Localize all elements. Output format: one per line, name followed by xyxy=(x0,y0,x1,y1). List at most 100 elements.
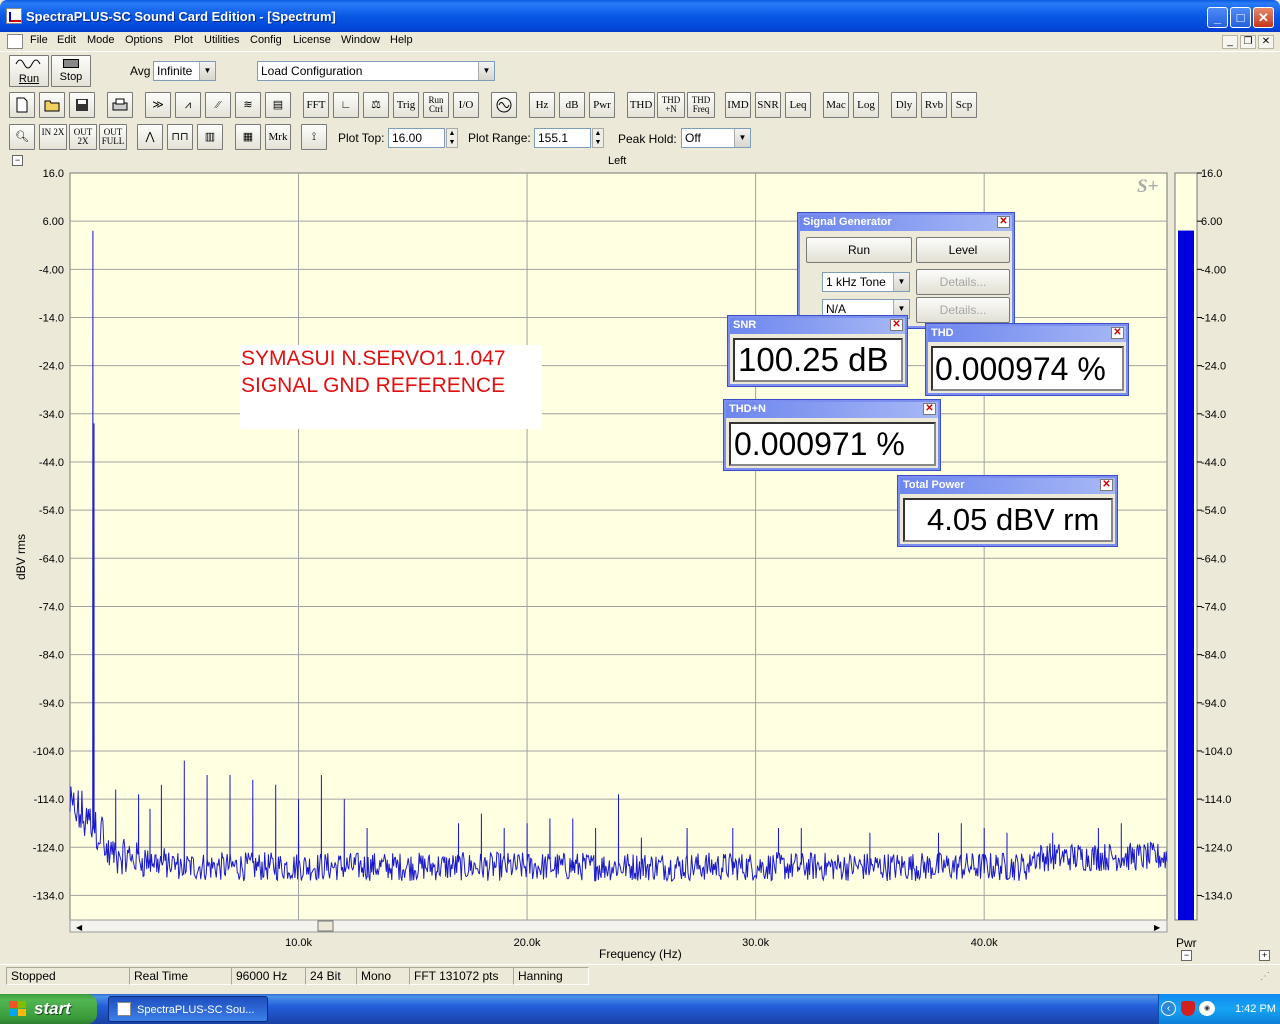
sound-tray-icon[interactable]: ◉ xyxy=(1199,1001,1215,1016)
x-tick-label: 40.0k xyxy=(971,937,998,949)
status-mode: Real Time xyxy=(129,967,232,985)
scrollbar-thumb[interactable] xyxy=(317,920,334,932)
thdn-title: THD+N xyxy=(729,403,766,415)
snr-window[interactable]: SNR ✕ 100.25 dB xyxy=(728,316,907,386)
close-icon[interactable]: ✕ xyxy=(890,319,903,331)
status-window: Hanning xyxy=(513,967,589,985)
annotation-line-1: SYMASUI N.SERVO1.1.047 xyxy=(241,347,506,370)
security-shield-icon[interactable] xyxy=(1181,1001,1195,1016)
thd-titlebar[interactable]: THD ✕ xyxy=(928,326,1126,342)
total-power-titlebar[interactable]: Total Power ✕ xyxy=(900,478,1115,494)
thd-window[interactable]: THD ✕ 0.000974 % xyxy=(926,324,1128,395)
pwr-tick-label: -44.0 xyxy=(1201,457,1226,469)
pwr-tick-label: -134.0 xyxy=(1201,890,1232,902)
status-sample-rate: 96000 Hz xyxy=(231,967,306,985)
y-tick-label: -114.0 xyxy=(34,794,64,806)
snr-value: 100.25 dB xyxy=(733,338,903,382)
system-tray: ‹ ◉ 1:42 PM xyxy=(1158,994,1280,1024)
y-tick-label: -14.0 xyxy=(39,312,64,324)
details-button-1[interactable]: Details... xyxy=(916,269,1010,295)
signal-generator-title: Signal Generator xyxy=(803,216,892,228)
total-power-value: 4.05 dBV rm xyxy=(903,498,1113,542)
close-icon[interactable]: ✕ xyxy=(923,403,936,415)
scroll-left-icon[interactable]: ◀ xyxy=(76,923,83,932)
pwr-tick-label: -104.0 xyxy=(1201,746,1232,758)
y-axis-ticks: 16.0 6.00 -4.00 -14.0 -24.0 -34.0 -44.0 -54.0 -6… xyxy=(33,168,64,902)
status-run-state: Stopped xyxy=(6,967,130,985)
waveform-value: 1 kHz Tone xyxy=(826,275,886,289)
second-waveform-value: N/A xyxy=(826,302,847,316)
y-tick-label: -104.0 xyxy=(33,746,64,758)
generator-run-button[interactable]: Run xyxy=(806,237,912,263)
waveform-select[interactable]: 1 kHz Tone ▼ xyxy=(822,272,910,292)
signal-generator-titlebar[interactable]: Signal Generator ✕ xyxy=(800,215,1012,231)
pwr-tick-label: 6.00 xyxy=(1201,216,1222,228)
y-tick-label: -4.00 xyxy=(39,264,64,276)
status-bits: 24 Bit xyxy=(305,967,357,985)
thdn-titlebar[interactable]: THD+N ✕ xyxy=(726,402,938,418)
pwr-tick-label: -94.0 xyxy=(1201,698,1226,710)
pwr-tick-label: -4.00 xyxy=(1201,264,1226,276)
y-tick-label: -124.0 xyxy=(33,842,64,854)
generator-level-button[interactable]: Level xyxy=(916,237,1010,263)
y-tick-label: -74.0 xyxy=(39,601,64,613)
close-icon[interactable]: ✕ xyxy=(1111,327,1124,339)
thdn-value: 0.000971 % xyxy=(729,422,936,466)
x-axis-label: Frequency (Hz) xyxy=(599,947,682,961)
clock[interactable]: 1:42 PM xyxy=(1235,1003,1276,1015)
pwr-tick-label: 16.0 xyxy=(1201,168,1222,180)
app-icon xyxy=(117,1002,131,1016)
x-tick-label: 20.0k xyxy=(514,937,541,949)
details-button-2[interactable]: Details... xyxy=(916,297,1010,323)
power-bar-label: Pwr xyxy=(1176,936,1197,950)
chevron-down-icon[interactable]: ▼ xyxy=(893,273,909,291)
y-axis-label: dBV rms xyxy=(14,533,28,580)
collapse-icon[interactable]: − xyxy=(1181,950,1192,961)
y-tick-label: -134.0 xyxy=(33,890,64,902)
y-tick-label: 16.0 xyxy=(43,168,64,180)
y-tick-label: -64.0 xyxy=(39,553,64,565)
pwr-tick-label: -124.0 xyxy=(1201,842,1232,854)
taskbar-item-spectraplus[interactable]: SpectraPLUS-SC Sou... xyxy=(108,996,268,1022)
total-power-window[interactable]: Total Power ✕ 4.05 dBV rm xyxy=(898,476,1117,546)
thd-title: THD xyxy=(931,327,954,339)
annotation-box[interactable]: SYMASUI N.SERVO1.1.047 SIGNAL GND REFERE… xyxy=(240,345,542,429)
tray-expand-icon[interactable]: ‹ xyxy=(1161,1001,1176,1016)
pwr-tick-label: -64.0 xyxy=(1201,553,1226,565)
close-icon[interactable]: ✕ xyxy=(997,216,1010,228)
x-tick-label: 10.0k xyxy=(285,937,312,949)
resize-grip-icon[interactable]: ⋰ xyxy=(1260,971,1270,982)
start-button[interactable]: start xyxy=(0,994,97,1024)
total-power-title: Total Power xyxy=(903,479,965,491)
scroll-right-icon[interactable]: ▶ xyxy=(1154,923,1161,932)
close-icon[interactable]: ✕ xyxy=(1100,479,1113,491)
pwr-tick-label: -74.0 xyxy=(1201,601,1226,613)
pwr-tick-label: -34.0 xyxy=(1201,409,1226,421)
status-bar: Stopped Real Time 96000 Hz 24 Bit Mono F… xyxy=(0,964,1280,986)
pwr-tick-label: -54.0 xyxy=(1201,505,1226,517)
thdn-window[interactable]: THD+N ✕ 0.000971 % xyxy=(724,400,940,470)
taskbar: start SpectraPLUS-SC Sou... ‹ ◉ 1:42 PM xyxy=(0,994,1280,1024)
horizontal-scrollbar[interactable] xyxy=(69,919,1168,933)
windows-logo-icon xyxy=(9,1001,27,1017)
x-tick-label: 30.0k xyxy=(742,937,769,949)
pwr-tick-label: -24.0 xyxy=(1201,361,1226,373)
annotation-line-2: SIGNAL GND REFERENCE xyxy=(241,374,506,397)
power-bar-fill xyxy=(1178,230,1194,921)
power-bar-ticks: 16.0 6.00 -4.00 -14.0 -24.0 -34.0 -44.0 -54.0 -6… xyxy=(1197,168,1232,902)
start-label: start xyxy=(34,999,71,1018)
sp-logo: S+ xyxy=(1137,176,1159,197)
pwr-tick-label: -14.0 xyxy=(1201,312,1226,324)
y-tick-label: 6.00 xyxy=(43,216,64,228)
y-tick-label: -34.0 xyxy=(39,409,64,421)
y-tick-label: -94.0 xyxy=(39,698,64,710)
thd-value: 0.000974 % xyxy=(931,346,1124,391)
expand-icon[interactable]: + xyxy=(1259,950,1270,961)
y-tick-label: -24.0 xyxy=(39,361,64,373)
snr-titlebar[interactable]: SNR ✕ xyxy=(730,318,905,334)
y-tick-label: -84.0 xyxy=(39,650,64,662)
status-channels: Mono xyxy=(356,967,410,985)
y-tick-label: -54.0 xyxy=(39,505,64,517)
status-fft-size: FFT 131072 pts xyxy=(409,967,514,985)
signal-generator-window[interactable]: Signal Generator ✕ Run Level 1 kHz Tone ▼ … xyxy=(798,213,1014,328)
